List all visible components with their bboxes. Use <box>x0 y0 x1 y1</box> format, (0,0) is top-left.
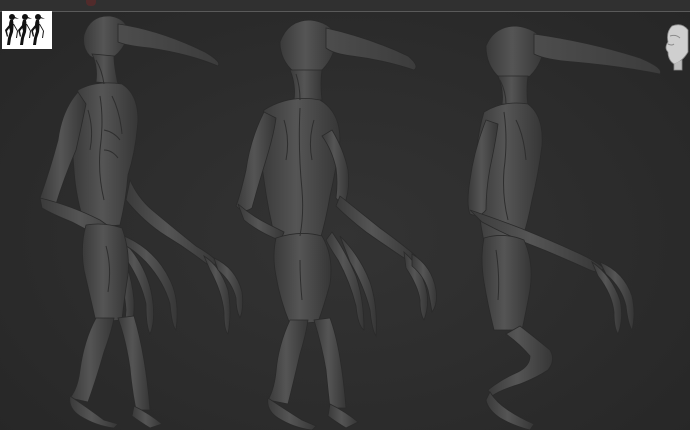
navigation-head-icon[interactable] <box>662 22 690 72</box>
creature-view-back[interactable] <box>235 19 437 430</box>
creature-view-side[interactable] <box>467 25 661 430</box>
canvas-viewport[interactable] <box>0 0 690 430</box>
creature-view-front[interactable] <box>39 15 244 429</box>
sculpt-scene[interactable] <box>0 0 690 430</box>
